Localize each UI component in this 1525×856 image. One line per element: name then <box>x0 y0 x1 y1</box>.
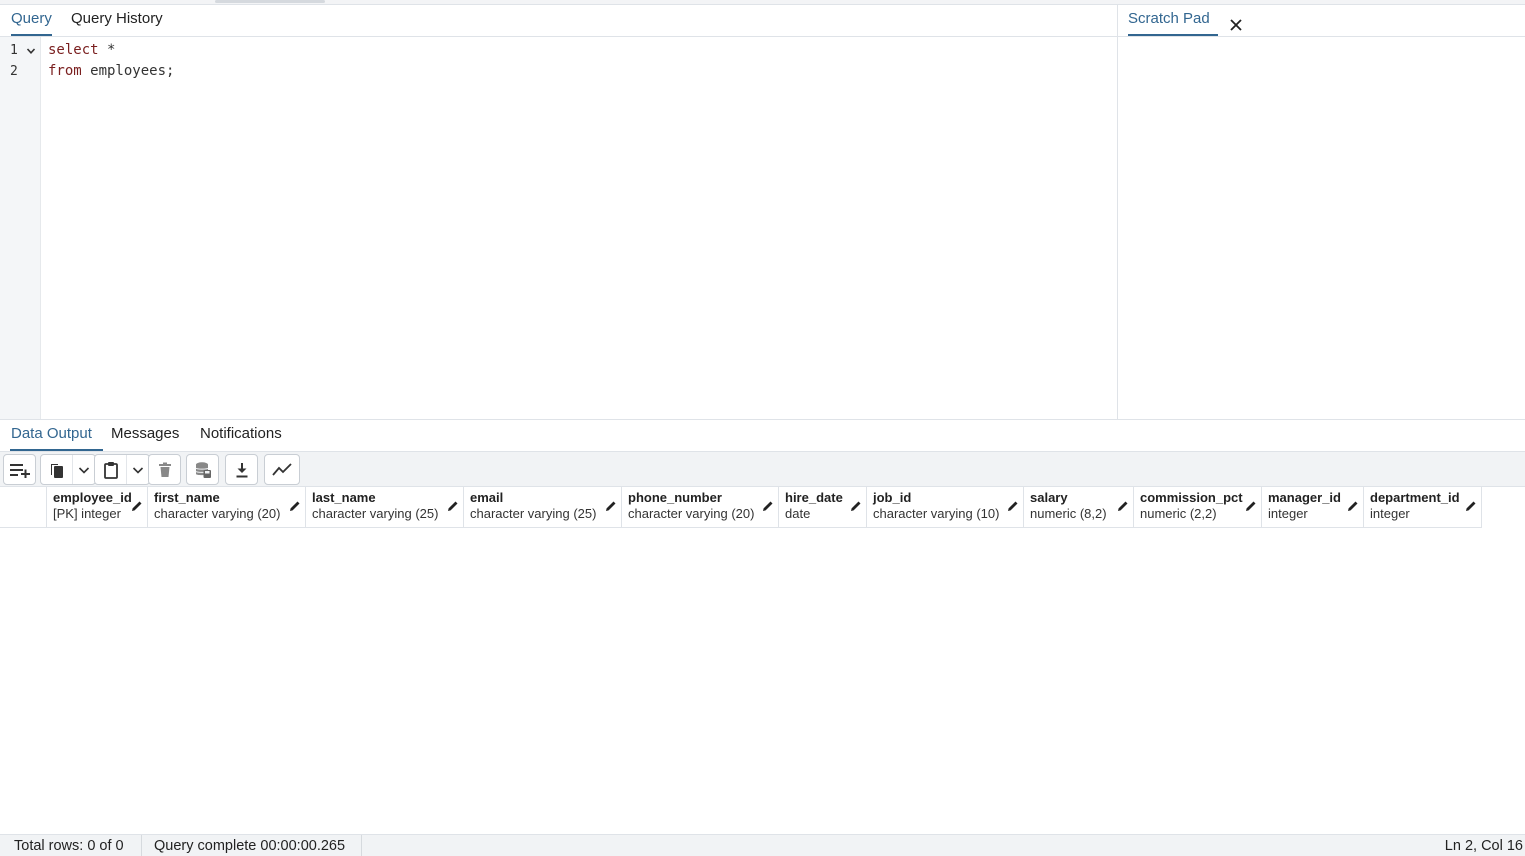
tab-data-output[interactable]: Data Output <box>10 420 103 451</box>
tab-query[interactable]: Query <box>11 5 52 36</box>
column-header-last-name[interactable]: last_name character varying (25) <box>306 487 464 527</box>
graph-group <box>264 454 300 485</box>
code-line: from employees; <box>48 63 174 79</box>
copy-button[interactable] <box>41 455 72 484</box>
column-name: phone_number <box>628 490 722 505</box>
chevron-down-icon <box>78 466 90 474</box>
pencil-icon[interactable] <box>762 500 774 512</box>
graph-visualiser-button[interactable] <box>265 455 299 484</box>
grid-corner[interactable] <box>0 487 47 527</box>
paste-options-button[interactable] <box>126 455 149 484</box>
chevron-down-icon <box>132 466 144 474</box>
delete-group <box>148 454 181 485</box>
chevron-down-icon[interactable] <box>26 46 36 56</box>
pencil-icon[interactable] <box>131 500 143 512</box>
pencil-icon[interactable] <box>1245 500 1257 512</box>
pencil-icon[interactable] <box>1347 500 1359 512</box>
save-data-group <box>186 454 219 485</box>
column-header-job-id[interactable]: job_id character varying (10) <box>867 487 1024 527</box>
column-name: first_name <box>154 490 220 505</box>
column-type: character varying (25) <box>470 506 597 521</box>
line-number: 2 <box>10 64 18 79</box>
delete-icon <box>158 462 171 477</box>
line-number: 1 <box>10 43 18 58</box>
add-row-button[interactable] <box>4 455 35 484</box>
tab-scratch-pad[interactable]: Scratch Pad <box>1128 5 1218 36</box>
column-name: email <box>470 490 504 505</box>
column-type: character varying (25) <box>312 506 439 521</box>
pencil-icon[interactable] <box>447 500 459 512</box>
sql-keyword: select <box>48 42 99 58</box>
column-name: job_id <box>873 490 912 505</box>
close-icon[interactable] <box>1229 18 1243 32</box>
tab-messages[interactable]: Messages <box>111 420 179 450</box>
copy-options-button[interactable] <box>72 455 95 484</box>
download-icon <box>236 462 247 477</box>
add-row-icon <box>9 463 30 478</box>
pencil-icon[interactable] <box>1007 500 1019 512</box>
column-header-commission-pct[interactable]: commission_pct numeric (2,2) <box>1134 487 1262 527</box>
column-header-salary[interactable]: salary numeric (8,2) <box>1024 487 1134 527</box>
graph-visualiser-icon <box>272 462 292 476</box>
column-header-email[interactable]: email character varying (25) <box>464 487 622 527</box>
paste-group <box>94 454 150 485</box>
data-grid[interactable]: employee_id [PK] integer first_name char… <box>0 487 1525 834</box>
delete-button[interactable] <box>149 455 180 484</box>
sql-keyword: from <box>48 63 82 79</box>
code-line: select * <box>48 42 115 58</box>
copy-icon <box>50 463 63 478</box>
sql-text: employees; <box>81 63 175 79</box>
total-rows-status: Total rows: 0 of 0 <box>14 838 124 854</box>
sql-editor[interactable]: select * from employees; <box>48 37 1108 419</box>
copy-group <box>40 454 96 485</box>
download-group <box>225 454 258 485</box>
column-name: last_name <box>312 490 376 505</box>
column-header-employee-id[interactable]: employee_id [PK] integer <box>47 487 148 527</box>
query-tab-bar: Query Query History <box>0 5 1117 37</box>
status-bar: Total rows: 0 of 0 Query complete 00:00:… <box>0 834 1525 856</box>
scratch-pad-tab-bar: Scratch Pad <box>1118 5 1525 37</box>
pencil-icon[interactable] <box>850 500 862 512</box>
add-row-group <box>3 454 36 485</box>
save-data-button[interactable] <box>187 455 218 484</box>
top-scroll-thumb[interactable] <box>215 0 325 3</box>
tab-notifications[interactable]: Notifications <box>200 420 282 450</box>
column-header-phone-number[interactable]: phone_number character varying (20) <box>622 487 779 527</box>
query-complete-status: Query complete 00:00:00.265 <box>154 838 346 854</box>
save-data-icon <box>195 461 211 478</box>
pencil-icon[interactable] <box>1465 500 1477 512</box>
column-type: character varying (20) <box>628 506 755 521</box>
column-type: character varying (20) <box>154 506 281 521</box>
output-tab-bar: Data Output Messages Notifications <box>0 420 1525 452</box>
column-type: numeric (2,2) <box>1140 506 1217 521</box>
tab-query-history[interactable]: Query History <box>71 5 163 35</box>
cursor-position-status: Ln 2, Col 16 <box>1444 838 1523 854</box>
data-output-toolbar <box>0 452 1525 487</box>
column-header-department-id[interactable]: department_id integer <box>1364 487 1482 527</box>
pencil-icon[interactable] <box>289 500 301 512</box>
scratch-pad-area[interactable] <box>1118 37 1525 419</box>
paste-button[interactable] <box>95 455 126 484</box>
column-type: character varying (10) <box>873 506 1000 521</box>
column-name: commission_pct <box>1140 490 1243 505</box>
column-header-manager-id[interactable]: manager_id integer <box>1262 487 1364 527</box>
status-divider <box>361 835 362 856</box>
status-divider <box>141 835 142 856</box>
download-button[interactable] <box>226 455 257 484</box>
column-header-hire-date[interactable]: hire_date date <box>779 487 867 527</box>
editor-gutter: 1 2 <box>0 37 41 419</box>
sql-text: * <box>98 42 116 58</box>
grid-header: employee_id [PK] integer first_name char… <box>0 487 1482 528</box>
pencil-icon[interactable] <box>605 500 617 512</box>
pencil-icon[interactable] <box>1117 500 1129 512</box>
column-header-first-name[interactable]: first_name character varying (20) <box>148 487 306 527</box>
paste-icon <box>103 461 118 479</box>
